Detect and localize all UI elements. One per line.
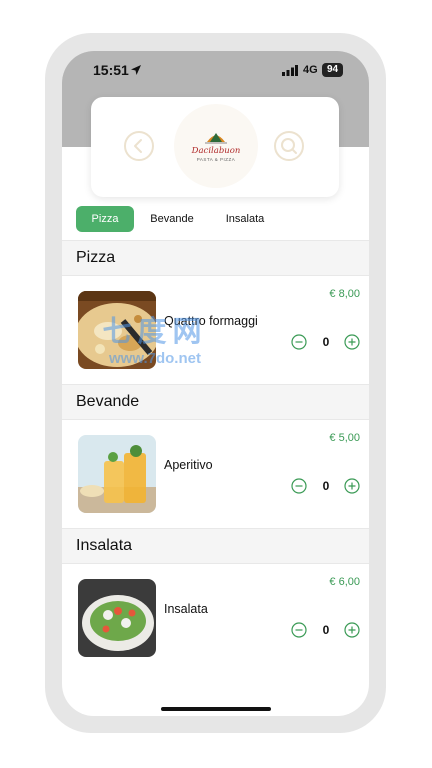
plus-circle-icon[interactable] <box>344 622 360 638</box>
minus-circle-icon[interactable] <box>291 334 307 350</box>
home-indicator[interactable] <box>161 707 271 711</box>
menu-item: Insalata € 6,00 0 <box>62 564 369 672</box>
section-header-insalata: Insalata <box>62 528 369 564</box>
minus-circle-icon[interactable] <box>291 622 307 638</box>
quantity-value: 0 <box>322 623 330 637</box>
chevron-left-icon <box>134 139 142 153</box>
header-card: Dacilabuon PASTA & PIZZA <box>91 97 339 197</box>
minus-circle-icon[interactable] <box>291 478 307 494</box>
tab-pizza[interactable]: Pizza <box>76 206 134 232</box>
item-name: Quattro formaggi <box>164 314 258 328</box>
menu-item: Aperitivo € 5,00 0 <box>62 420 369 528</box>
battery-level: 94 <box>322 63 343 77</box>
item-name: Insalata <box>164 602 208 616</box>
logo-name: Dacilabuon <box>191 146 241 156</box>
search-button[interactable] <box>274 131 304 161</box>
section-title: Pizza <box>76 249 116 266</box>
signal-bars-icon <box>282 65 298 76</box>
category-tabs: Pizza Bevande Insalata <box>62 204 369 234</box>
section-header-bevande: Bevande <box>62 384 369 420</box>
status-time: 15:51 <box>93 62 129 78</box>
plus-circle-icon[interactable] <box>344 478 360 494</box>
section-header-pizza: Pizza <box>62 240 369 276</box>
item-name: Aperitivo <box>164 458 213 472</box>
section-title: Bevande <box>76 393 140 410</box>
status-bar: 15:51 4G 94 <box>62 51 369 91</box>
drink-image <box>78 435 156 513</box>
item-price: € 8,00 <box>329 288 360 300</box>
plus-circle-icon[interactable] <box>344 334 360 350</box>
search-icon <box>281 138 297 154</box>
tab-bevande[interactable]: Bevande <box>144 206 200 232</box>
menu-item: Quattro formaggi € 8,00 0 <box>62 276 369 384</box>
network-type: 4G <box>303 64 318 76</box>
restaurant-logo: Dacilabuon PASTA & PIZZA <box>174 104 258 188</box>
back-button[interactable] <box>124 131 154 161</box>
quantity-value: 0 <box>322 479 330 493</box>
app-screen: 15:51 4G 94 Dacilabuon PASTA & PIZZA Piz… <box>62 51 369 716</box>
quantity-value: 0 <box>322 335 330 349</box>
tab-insalata[interactable]: Insalata <box>220 206 270 232</box>
item-price: € 6,00 <box>329 576 360 588</box>
pizza-image <box>78 291 156 369</box>
section-title: Insalata <box>76 537 133 554</box>
location-arrow-icon <box>131 65 141 75</box>
salad-image <box>78 579 156 657</box>
item-price: € 5,00 <box>329 432 360 444</box>
logo-subtitle: PASTA & PIZZA <box>196 157 236 162</box>
